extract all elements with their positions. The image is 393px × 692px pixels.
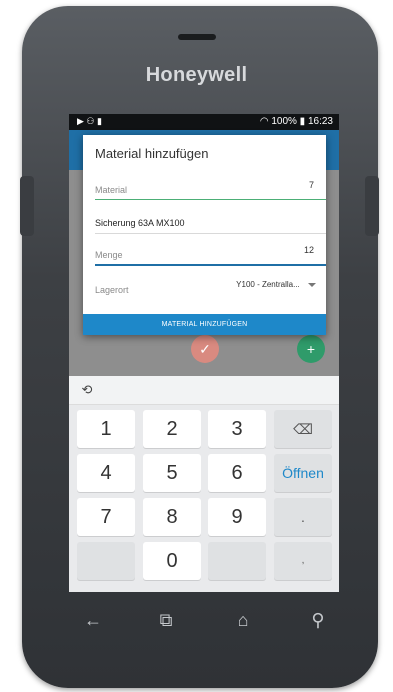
period-key[interactable]: .	[274, 498, 332, 536]
device-brand-logo: Honeywell	[145, 64, 248, 86]
key-7[interactable]: 7	[77, 498, 135, 536]
key-1[interactable]: 1	[77, 410, 135, 448]
home-icon[interactable]: ⌂	[230, 607, 256, 633]
material-label: Material	[95, 185, 128, 195]
status-left-icons: ▶ ⚇ ▮	[77, 116, 102, 126]
menge-underline	[95, 264, 326, 266]
keyboard-toolbar: ⟲	[69, 376, 339, 405]
key-2[interactable]: 2	[143, 410, 201, 448]
menge-value[interactable]: 12	[304, 245, 314, 255]
status-bar: ▶ ⚇ ▮ ◠ 100% ▮ 16:23	[69, 114, 339, 130]
key-0[interactable]: 0	[143, 542, 201, 580]
material-count: 7	[308, 180, 314, 190]
backspace-icon: ⌫	[293, 421, 313, 437]
keyboard-switch-icon[interactable]: ⟲	[78, 381, 96, 399]
confirm-fab[interactable]: ✓	[191, 335, 219, 363]
blank-key-middle[interactable]	[208, 542, 266, 580]
backspace-key[interactable]: ⌫	[274, 410, 332, 448]
menge-field[interactable]: Menge	[95, 245, 326, 263]
comma-key[interactable]: ,	[274, 542, 332, 580]
key-4[interactable]: 4	[77, 454, 135, 492]
wifi-icon: ◠	[259, 116, 269, 127]
open-key[interactable]: Öffnen	[274, 454, 332, 492]
lagerort-label: Lagerort	[95, 285, 129, 295]
material-value-divider	[95, 233, 326, 234]
add-material-button[interactable]: MATERIAL HINZUFÜGEN	[83, 314, 326, 335]
key-8[interactable]: 8	[143, 498, 201, 536]
material-value-row: Sicherung 63A MX100	[95, 213, 326, 231]
battery-time: 100% ▮ 16:23	[271, 116, 333, 127]
dialog-title: Material hinzufügen	[95, 146, 209, 161]
numeric-keyboard: ⟲ 1 2 3 ⌫ 4 5 6 Öffnen 7 8 9 . 0 ,	[69, 376, 339, 592]
menge-label: Menge	[95, 250, 123, 260]
lagerort-select[interactable]: Y100 - Zentralla...	[236, 280, 316, 289]
status-right: ◠ 100% ▮ 16:23	[260, 116, 333, 127]
side-button-right	[365, 176, 379, 236]
earpiece	[178, 34, 216, 40]
add-material-dialog: Material hinzufügen Material 7 Sicherung…	[83, 135, 326, 335]
material-field[interactable]: Material	[95, 180, 326, 198]
back-arrow-icon[interactable]: ←	[80, 607, 106, 633]
recent-apps-icon[interactable]: ⧉	[153, 607, 179, 633]
side-button-left	[20, 176, 34, 236]
key-3[interactable]: 3	[208, 410, 266, 448]
key-9[interactable]: 9	[208, 498, 266, 536]
chevron-down-icon	[308, 282, 316, 287]
key-6[interactable]: 6	[208, 454, 266, 492]
key-5[interactable]: 5	[143, 454, 201, 492]
material-value: Sicherung 63A MX100	[95, 218, 185, 228]
screen: ▶ ⚇ ▮ ◠ 100% ▮ 16:23 ✓ + Material hinzuf…	[69, 114, 339, 592]
blank-key-left[interactable]	[77, 542, 135, 580]
material-underline	[95, 199, 326, 200]
lagerort-value: Y100 - Zentralla...	[236, 280, 300, 289]
search-icon[interactable]: ⚲	[305, 607, 331, 633]
add-fab[interactable]: +	[297, 335, 325, 363]
